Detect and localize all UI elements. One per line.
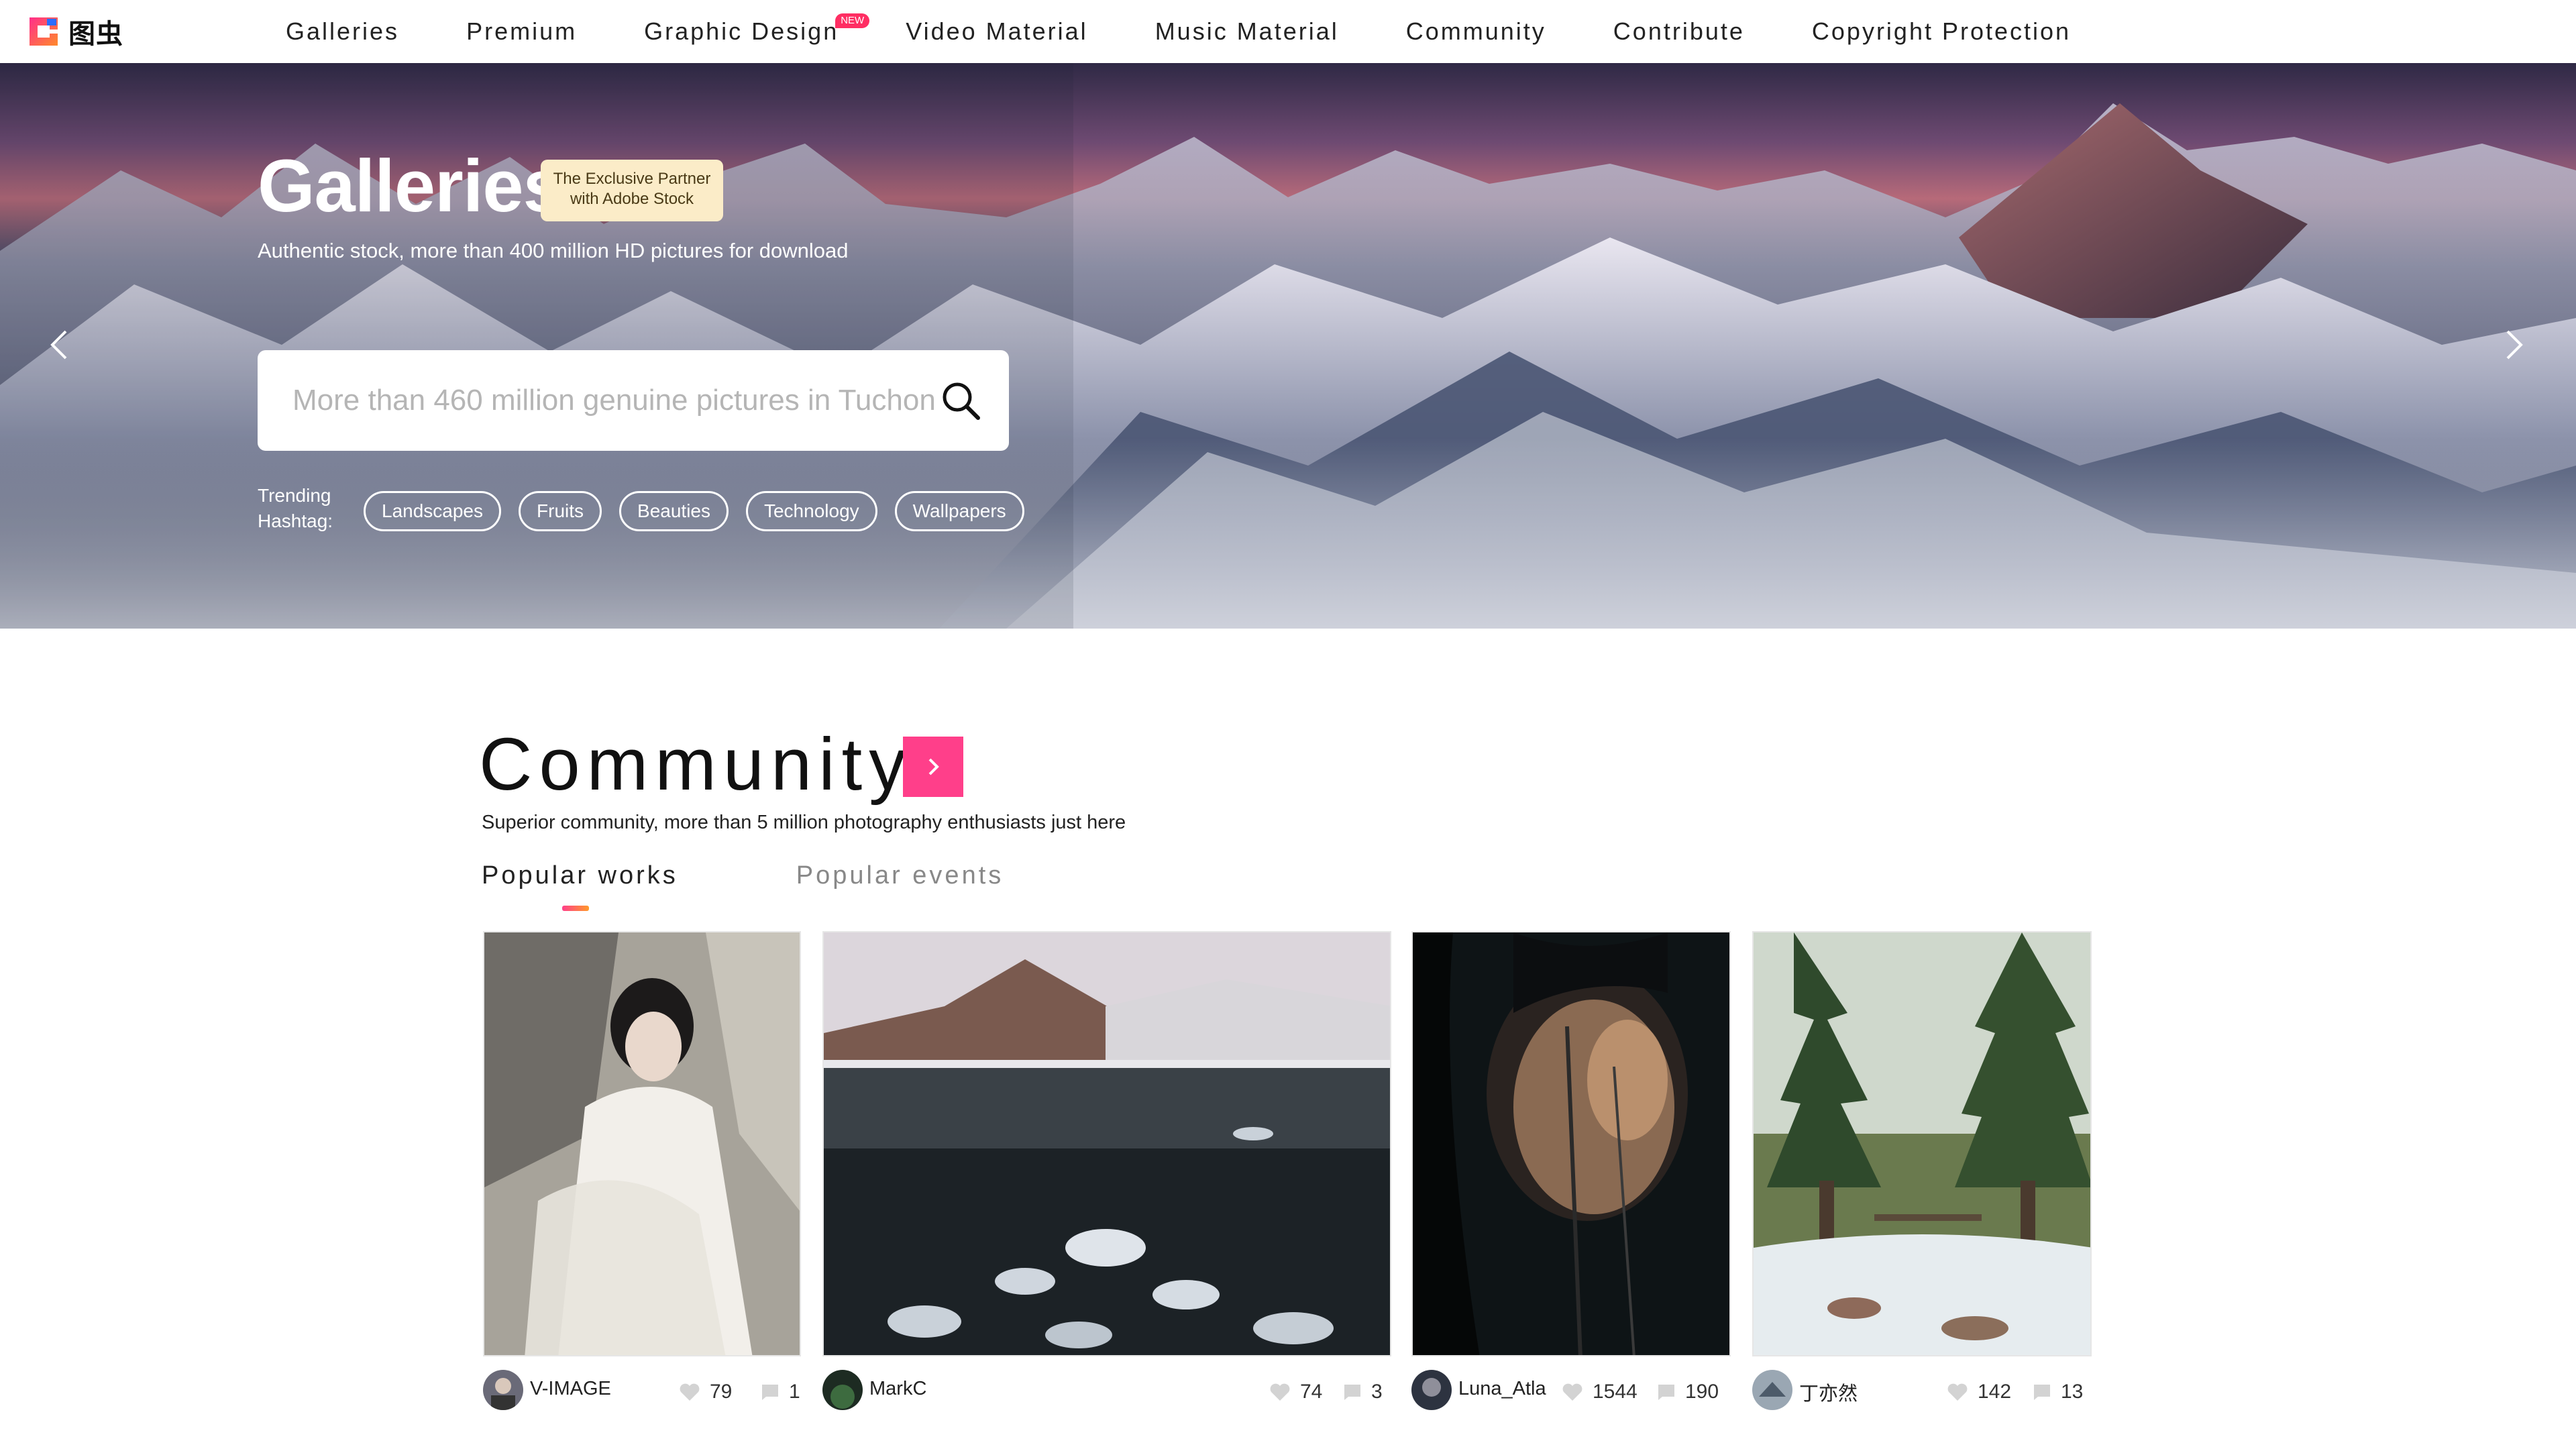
tab-popular-events[interactable]: Popular events	[796, 861, 1004, 890]
trending-hashtag-label: Trending Hashtag:	[258, 483, 333, 534]
comment-icon	[1658, 1385, 1674, 1400]
chevron-right-icon	[928, 758, 939, 775]
comment-count[interactable]: 13	[2033, 1381, 2083, 1403]
work-photo[interactable]	[1752, 931, 2092, 1356]
like-count[interactable]: 74	[1269, 1381, 1322, 1403]
main-nav: Galleries Premium Graphic Design NEW Vid…	[286, 0, 2071, 63]
work-meta: MarkC 74 3	[822, 1370, 1391, 1410]
comment-count-value: 1	[789, 1381, 800, 1403]
hero-subtitle: Authentic stock, more than 400 million H…	[258, 239, 849, 262]
avatar[interactable]	[822, 1370, 863, 1410]
comment-icon	[762, 1385, 778, 1400]
nav-graphic-design[interactable]: Graphic Design NEW	[644, 0, 870, 63]
tab-popular-works-label: Popular works	[482, 861, 678, 890]
chevron-left-icon	[50, 330, 67, 360]
author-name[interactable]: Luna_Atlantis	[1458, 1378, 1547, 1400]
heart-icon	[1947, 1383, 1968, 1401]
tab-popular-works[interactable]: Popular works	[482, 861, 678, 911]
trending-label-line1: Trending	[258, 485, 331, 506]
comment-count[interactable]: 190	[1657, 1381, 1719, 1403]
search-box	[258, 350, 1009, 451]
search-icon[interactable]	[939, 379, 982, 422]
hero-title: Galleries	[258, 145, 564, 227]
heart-icon	[1270, 1383, 1290, 1401]
nav-galleries[interactable]: Galleries	[286, 0, 399, 63]
partner-badge-line1: The Exclusive Partner	[553, 170, 711, 188]
hero-banner: Galleries The Exclusive Partner with Ado…	[0, 63, 2576, 629]
heart-icon	[680, 1383, 700, 1401]
community-subtitle: Superior community, more than 5 million …	[482, 812, 1126, 833]
work-photo[interactable]	[1411, 931, 1731, 1356]
nav-video-material[interactable]: Video Material	[906, 0, 1087, 63]
community-more-button[interactable]	[903, 737, 963, 797]
work-meta: 丁亦然 142 13	[1752, 1370, 2092, 1410]
new-badge: NEW	[835, 13, 870, 28]
nav-music-material[interactable]: Music Material	[1155, 0, 1339, 63]
tag-fruits[interactable]: Fruits	[519, 491, 602, 531]
community-tabs: Popular works Popular events	[482, 861, 1122, 911]
author-name[interactable]: V-IMAGE	[530, 1378, 624, 1400]
logo-text: 图虫	[68, 19, 123, 50]
carousel-prev-button[interactable]	[40, 325, 80, 365]
author-name[interactable]: MarkC	[869, 1378, 1004, 1400]
site-logo[interactable]: 图虫	[27, 15, 123, 50]
partner-badge-line2: with Adobe Stock	[570, 190, 694, 208]
like-count-value: 74	[1300, 1381, 1323, 1403]
nav-community[interactable]: Community	[1406, 0, 1546, 63]
comment-icon	[2034, 1385, 2050, 1400]
avatar[interactable]	[1752, 1370, 1792, 1410]
like-count[interactable]: 79	[679, 1381, 732, 1403]
work-meta: Luna_Atlantis 1544 190	[1411, 1370, 1731, 1410]
nav-copyright-protection[interactable]: Copyright Protection	[1812, 0, 2071, 63]
like-count-value: 142	[1978, 1381, 2012, 1403]
author-name[interactable]: 丁亦然	[1799, 1378, 1893, 1406]
tag-wallpapers[interactable]: Wallpapers	[894, 491, 1024, 531]
comment-count-value: 190	[1685, 1381, 1719, 1403]
comment-icon	[1344, 1385, 1360, 1400]
avatar[interactable]	[1411, 1370, 1452, 1410]
comment-count[interactable]: 1	[761, 1381, 800, 1403]
trending-tags: Landscapes Fruits Beauties Technology Wa…	[364, 491, 1042, 531]
trending-label-line2: Hashtag:	[258, 511, 333, 531]
like-count-value: 79	[710, 1381, 733, 1403]
logo-icon	[27, 15, 60, 48]
like-count[interactable]: 142	[1947, 1381, 2011, 1403]
top-navigation: 图虫 Galleries Premium Graphic Design NEW …	[0, 0, 2576, 63]
tag-technology[interactable]: Technology	[745, 491, 877, 531]
like-count[interactable]: 1544	[1562, 1381, 1638, 1403]
tag-landscapes[interactable]: Landscapes	[364, 491, 502, 531]
active-tab-indicator	[562, 906, 589, 911]
comment-count-value: 13	[2061, 1381, 2084, 1403]
work-meta: V-IMAGE 79 1	[483, 1370, 801, 1410]
adobe-partner-badge: The Exclusive Partner with Adobe Stock	[541, 160, 723, 221]
nav-contribute[interactable]: Contribute	[1613, 0, 1745, 63]
nav-premium[interactable]: Premium	[466, 0, 577, 63]
work-photo[interactable]	[483, 931, 801, 1356]
tag-beauties[interactable]: Beauties	[619, 491, 729, 531]
avatar[interactable]	[483, 1370, 523, 1410]
work-photo[interactable]	[822, 931, 1391, 1356]
community-title: Community	[479, 723, 913, 806]
comment-count-value: 3	[1371, 1381, 1383, 1403]
search-input[interactable]	[292, 350, 936, 451]
like-count-value: 1544	[1593, 1381, 1638, 1403]
carousel-next-button[interactable]	[2493, 325, 2533, 365]
heart-icon	[1562, 1383, 1582, 1401]
nav-graphic-design-label: Graphic Design	[644, 17, 839, 45]
comment-count[interactable]: 3	[1343, 1381, 1383, 1403]
chevron-right-icon	[2506, 330, 2523, 360]
